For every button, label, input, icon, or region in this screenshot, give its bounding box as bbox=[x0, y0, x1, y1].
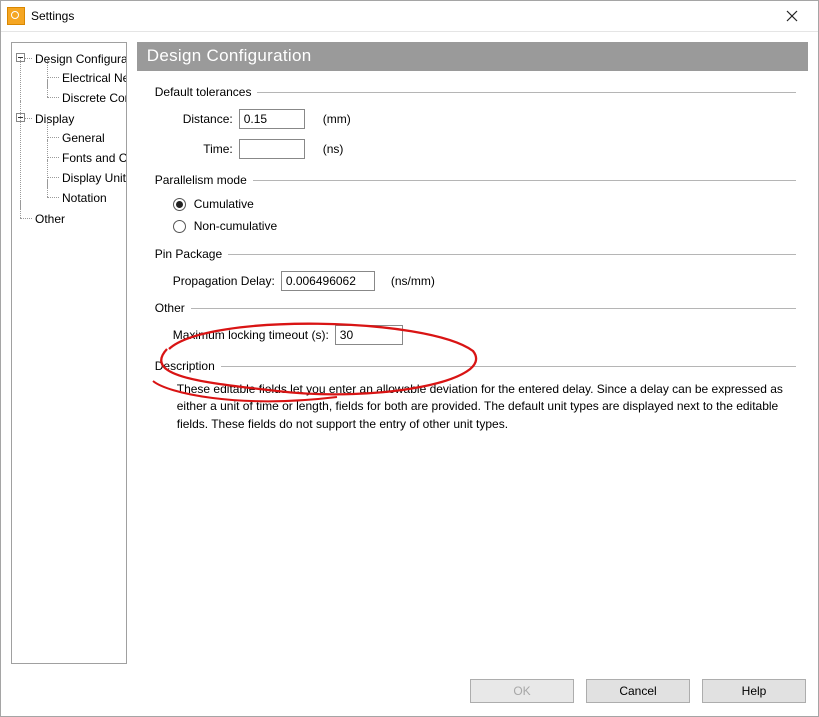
radio-non-cumulative[interactable]: Non-cumulative bbox=[173, 219, 796, 233]
help-button[interactable]: Help bbox=[702, 679, 806, 703]
panel-header: Design Configuration bbox=[137, 42, 808, 71]
distance-input[interactable] bbox=[239, 109, 305, 129]
propagation-delay-label: Propagation Delay: bbox=[173, 274, 275, 288]
time-input[interactable] bbox=[239, 139, 305, 159]
radio-cumulative-label: Cumulative bbox=[194, 197, 254, 211]
tree-expander-design-configuration[interactable] bbox=[16, 53, 25, 62]
radio-cumulative[interactable]: Cumulative bbox=[173, 197, 796, 211]
settings-window: Settings Design Configuration Electrical… bbox=[0, 0, 819, 717]
titlebar: Settings bbox=[1, 1, 818, 32]
tree-item-other[interactable]: Other bbox=[35, 212, 65, 226]
ok-button[interactable]: OK bbox=[470, 679, 574, 703]
tree-item-discrete-component-prefixes[interactable]: Discrete Component Prefixes bbox=[62, 91, 127, 105]
footer: OK Cancel Help bbox=[1, 674, 818, 716]
section-title-pin-package: Pin Package bbox=[155, 247, 222, 261]
app-icon bbox=[7, 7, 25, 25]
close-icon bbox=[786, 10, 798, 22]
nav-tree: Design Configuration Electrical Nets Dis… bbox=[16, 49, 122, 229]
nav-tree-panel: Design Configuration Electrical Nets Dis… bbox=[11, 42, 127, 664]
content-panel: Design Configuration Default tolerances … bbox=[137, 42, 808, 664]
tree-item-fonts-and-colors[interactable]: Fonts and Colors bbox=[62, 151, 127, 165]
section-title-description: Description bbox=[155, 359, 215, 373]
distance-unit: (mm) bbox=[323, 112, 351, 126]
tree-item-general[interactable]: General bbox=[62, 131, 105, 145]
close-button[interactable] bbox=[772, 2, 812, 30]
radio-icon bbox=[173, 198, 186, 211]
tree-item-design-configuration[interactable]: Design Configuration bbox=[35, 52, 127, 66]
tree-item-display-units[interactable]: Display Units bbox=[62, 171, 127, 185]
tree-expander-display[interactable] bbox=[16, 113, 25, 122]
section-pin-package: Pin Package Propagation Delay: (ns/mm) bbox=[155, 247, 796, 291]
section-title-default-tolerances: Default tolerances bbox=[155, 85, 252, 99]
section-description: Description These editable fields let yo… bbox=[155, 359, 796, 433]
distance-label: Distance: bbox=[173, 112, 233, 126]
radio-icon bbox=[173, 220, 186, 233]
max-locking-timeout-input[interactable] bbox=[335, 325, 403, 345]
tree-item-electrical-nets[interactable]: Electrical Nets bbox=[62, 71, 127, 85]
section-default-tolerances: Default tolerances Distance: (mm) Time: bbox=[155, 85, 796, 159]
window-title: Settings bbox=[31, 9, 74, 23]
tree-item-notation[interactable]: Notation bbox=[62, 191, 107, 205]
max-locking-timeout-label: Maximum locking timeout (s): bbox=[173, 328, 329, 342]
propagation-delay-unit: (ns/mm) bbox=[391, 274, 435, 288]
section-title-parallelism-mode: Parallelism mode bbox=[155, 173, 247, 187]
panel-body: Default tolerances Distance: (mm) Time: bbox=[137, 71, 808, 664]
description-text: These editable fields let you enter an a… bbox=[155, 379, 796, 433]
radio-non-cumulative-label: Non-cumulative bbox=[194, 219, 277, 233]
section-parallelism-mode: Parallelism mode Cumulative Non-cumulati… bbox=[155, 173, 796, 233]
propagation-delay-input[interactable] bbox=[281, 271, 375, 291]
tree-item-display[interactable]: Display bbox=[35, 112, 74, 126]
section-other: Other Maximum locking timeout (s): bbox=[155, 301, 796, 345]
time-unit: (ns) bbox=[323, 142, 344, 156]
section-title-other: Other bbox=[155, 301, 185, 315]
time-label: Time: bbox=[173, 142, 233, 156]
dialog-body: Design Configuration Electrical Nets Dis… bbox=[1, 32, 818, 674]
cancel-button[interactable]: Cancel bbox=[586, 679, 690, 703]
